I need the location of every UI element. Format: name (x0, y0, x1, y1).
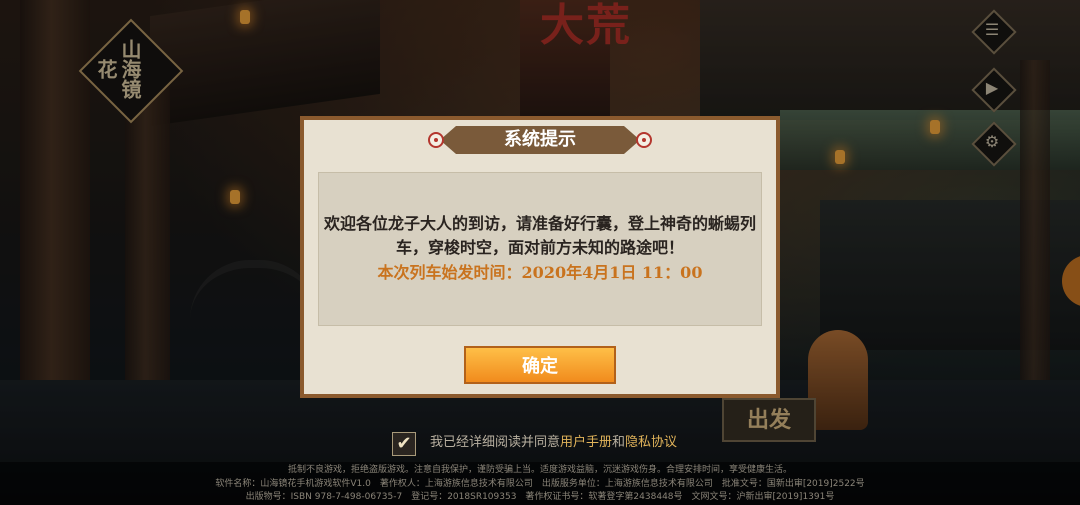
publication-info: 出版物号：ISBN 978-7-498-06735-7 登记号：2018SR10… (245, 492, 835, 502)
software-info: 软件名称：山海镜花手机游戏软件V1.0 著作权人：上海游族信息技术有限公司 出版… (215, 479, 865, 489)
agree-checkbox[interactable]: ✔ (392, 432, 416, 456)
dialog-message: 欢迎各位龙子大人的到访，请准备好行囊，登上神奇的蜥蜴列车，穿梭时空，面对前方未知… (323, 214, 756, 257)
legal-footer: 抵制不良游戏，拒绝盗版游戏。注意自我保护，谨防受骗上当。适度游戏益脑，沉迷游戏伤… (0, 462, 1080, 505)
agreement-text: 我已经详细阅读并同意用户手册和隐私协议 (430, 430, 677, 456)
agreement-prefix: 我已经详细阅读并同意 (430, 435, 561, 450)
health-notice: 抵制不良游戏，拒绝盗版游戏。注意自我保护，谨防受骗上当。适度游戏益脑，沉迷游戏伤… (287, 465, 792, 475)
dialog-title-bar: 系统提示 (420, 124, 660, 156)
user-manual-link[interactable]: 用户手册 (560, 435, 612, 450)
dialog-title: 系统提示 (504, 129, 576, 150)
departure-time: 本次列车始发时间：2020年4月1日 11：00 (377, 263, 703, 282)
privacy-link[interactable]: 隐私协议 (625, 435, 677, 450)
agreement-and: 和 (612, 435, 626, 450)
confirm-button[interactable]: 确定 (464, 346, 616, 384)
